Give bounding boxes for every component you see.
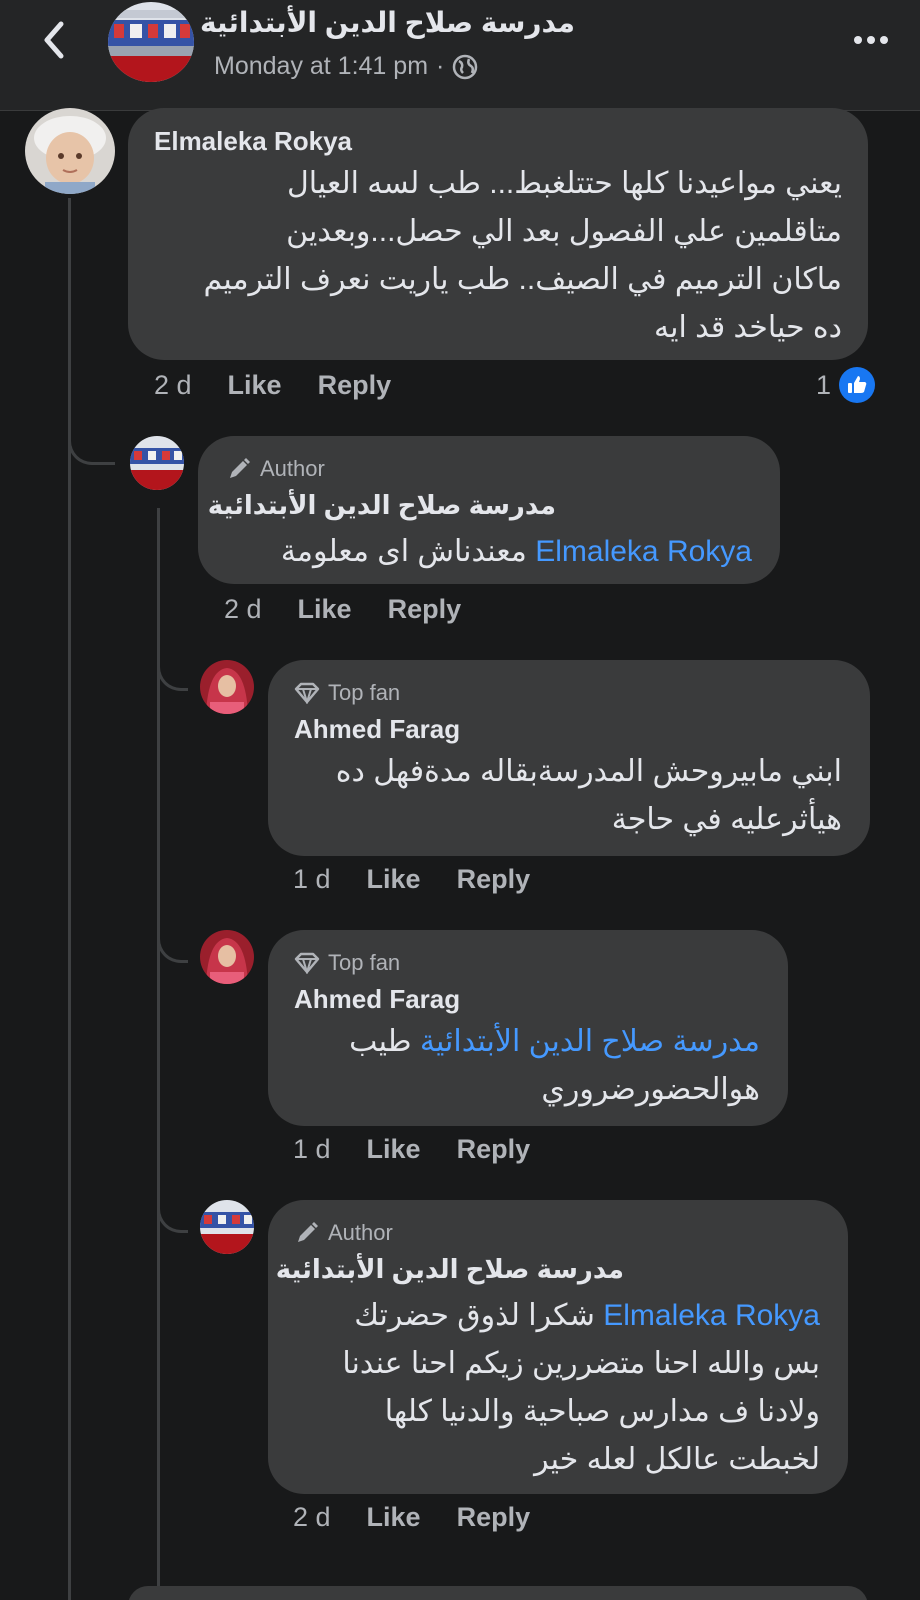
reaction-count: 1 xyxy=(816,369,832,400)
like-button[interactable]: Like xyxy=(367,1134,421,1165)
post-header: مدرسة صلاح الدين الأبتدائية Monday at 1:… xyxy=(0,0,920,111)
globe-icon xyxy=(453,54,478,79)
comment-author[interactable]: Elmaleka Rokya xyxy=(154,126,352,157)
comment-author[interactable]: Ahmed Farag xyxy=(294,984,460,1015)
badge-label: Top fan xyxy=(328,950,401,975)
reply-button[interactable]: Reply xyxy=(457,864,531,895)
diamond-icon xyxy=(294,682,320,704)
comment-text: ابني مابيروحش المدرسةبقاله مدةفهل ده هيأ… xyxy=(336,748,842,844)
meta-separator: · xyxy=(436,52,445,80)
comment-actions: 2 d Like Reply xyxy=(154,370,391,401)
like-button[interactable]: Like xyxy=(228,370,282,401)
comment-actions: 1 d Like Reply xyxy=(293,1134,530,1165)
like-button[interactable]: Like xyxy=(367,864,421,895)
avatar[interactable] xyxy=(200,930,254,984)
thread-connector xyxy=(157,1178,188,1233)
comment-text-line: هيأثرعليه في حاجة xyxy=(611,803,842,836)
avatar[interactable] xyxy=(25,108,115,194)
comment-text: مدرسة صلاح الدين الأبتدائية طيب هوالحضور… xyxy=(349,1018,760,1114)
comment-timestamp[interactable]: 2 d xyxy=(224,594,262,625)
comment-text-line: بس والله احنا متضررين زيكم احنا عندنا xyxy=(342,1347,820,1380)
thumbs-up-icon xyxy=(839,367,876,403)
post-timestamp[interactable]: Monday at 1:41 pm xyxy=(214,52,428,81)
avatar[interactable] xyxy=(130,436,184,490)
comment-author[interactable]: مدرسة صلاح الدين الأبتدائية xyxy=(276,1254,624,1285)
comment-text: يعني مواعيدنا كلها حتتلغبط... طب لسه الع… xyxy=(203,160,842,352)
like-button[interactable]: Like xyxy=(367,1502,421,1533)
badge-label: Author xyxy=(328,1220,393,1245)
comment-text-line: طيب xyxy=(349,1025,412,1058)
author-badge: Author xyxy=(226,456,325,482)
comment-timestamp[interactable]: 1 d xyxy=(293,864,331,895)
thread-connector xyxy=(157,636,188,691)
thread-connector xyxy=(68,398,115,465)
comment-text-line: ده حياخد قد ايه xyxy=(654,311,842,344)
page-title[interactable]: مدرسة صلاح الدين الأبتدائية xyxy=(200,6,575,39)
avatar[interactable] xyxy=(200,1200,254,1254)
comment-bubble: Top fan Ahmed Farag ابني مابيروحش المدرس… xyxy=(268,660,870,856)
reaction-summary[interactable]: 1 xyxy=(816,367,876,403)
chevron-left-icon xyxy=(44,21,64,59)
comment-text-line: ابني مابيروحش المدرسةبقاله مدةفهل ده xyxy=(335,755,842,788)
comment-text: Elmaleka Rokya معندناش اى معلومة xyxy=(281,528,752,576)
avatar[interactable] xyxy=(200,660,254,714)
comment-author[interactable]: مدرسة صلاح الدين الأبتدائية xyxy=(208,490,556,521)
comment-actions: 1 d Like Reply xyxy=(293,864,530,895)
comment-timestamp[interactable]: 2 d xyxy=(154,370,192,401)
comment-timestamp[interactable]: 2 d xyxy=(293,1502,331,1533)
comment-text-line: ماكان الترميم في الصيف.. طب ياريت نعرف ا… xyxy=(203,263,842,296)
comment-actions: 2 d Like Reply xyxy=(224,594,461,625)
comment-author[interactable]: Ahmed Farag xyxy=(294,714,460,745)
mention-link[interactable]: Elmaleka Rokya xyxy=(535,535,752,568)
comment-text-line: هوالحضورضروري xyxy=(541,1073,760,1106)
reply-button[interactable]: Reply xyxy=(457,1502,531,1533)
comment-text-line: لخبطت عالكل لعله خير xyxy=(534,1443,820,1476)
author-badge: Author xyxy=(294,1220,393,1246)
comment-bubble: Author مدرسة صلاح الدين الأبتدائية Elmal… xyxy=(268,1200,848,1494)
reply-button[interactable]: Reply xyxy=(457,1134,531,1165)
more-dots-icon xyxy=(854,36,862,44)
comment-bubble: Author مدرسة صلاح الدين الأبتدائية Elmal… xyxy=(198,436,780,584)
comment-bubble: Top fan Ahmed Farag مدرسة صلاح الدين الأ… xyxy=(268,930,788,1126)
comment-thread-screen: مدرسة صلاح الدين الأبتدائية Monday at 1:… xyxy=(0,0,920,1600)
comment-text-line: يعني مواعيدنا كلها حتتلغبط... طب لسه الع… xyxy=(286,167,842,200)
comment-bubble: Elmaleka Rokya يعني مواعيدنا كلها حتتلغب… xyxy=(128,108,868,360)
mention-link[interactable]: مدرسة صلاح الدين الأبتدائية xyxy=(420,1025,760,1058)
post-meta: Monday at 1:41 pm · xyxy=(214,52,478,81)
comment-text-line: معندناش اى معلومة xyxy=(280,535,527,568)
comment-timestamp[interactable]: 1 d xyxy=(293,1134,331,1165)
mention-link[interactable]: Elmaleka Rokya xyxy=(603,1299,820,1332)
reply-button[interactable]: Reply xyxy=(388,594,462,625)
reply-button[interactable]: Reply xyxy=(318,370,392,401)
thread-connector xyxy=(157,908,188,963)
comment-text-line: ولادنا ف مدارس صباحية والدنيا كلها xyxy=(384,1395,820,1428)
badge-label: Author xyxy=(260,456,325,481)
comment-actions: 2 d Like Reply xyxy=(293,1502,530,1533)
comment-text-line: شكرا لذوق حضرتك xyxy=(354,1299,595,1332)
more-options-button[interactable] xyxy=(846,22,896,58)
diamond-icon xyxy=(294,952,320,974)
comment-bubble-partial xyxy=(128,1586,868,1600)
top-fan-badge: Top fan xyxy=(294,680,400,706)
like-button[interactable]: Like xyxy=(298,594,352,625)
comment-text: Elmaleka Rokya شكرا لذوق حضرتك بس والله … xyxy=(342,1292,820,1484)
top-fan-badge: Top fan xyxy=(294,950,400,976)
back-button[interactable] xyxy=(34,18,74,62)
page-avatar[interactable] xyxy=(108,2,194,82)
comment-text-line: متاقلمين علي الفصول بعد الي حصل...وبعدين xyxy=(286,215,842,248)
pencil-icon xyxy=(230,458,250,478)
badge-label: Top fan xyxy=(328,680,401,705)
pencil-icon xyxy=(298,1222,318,1242)
